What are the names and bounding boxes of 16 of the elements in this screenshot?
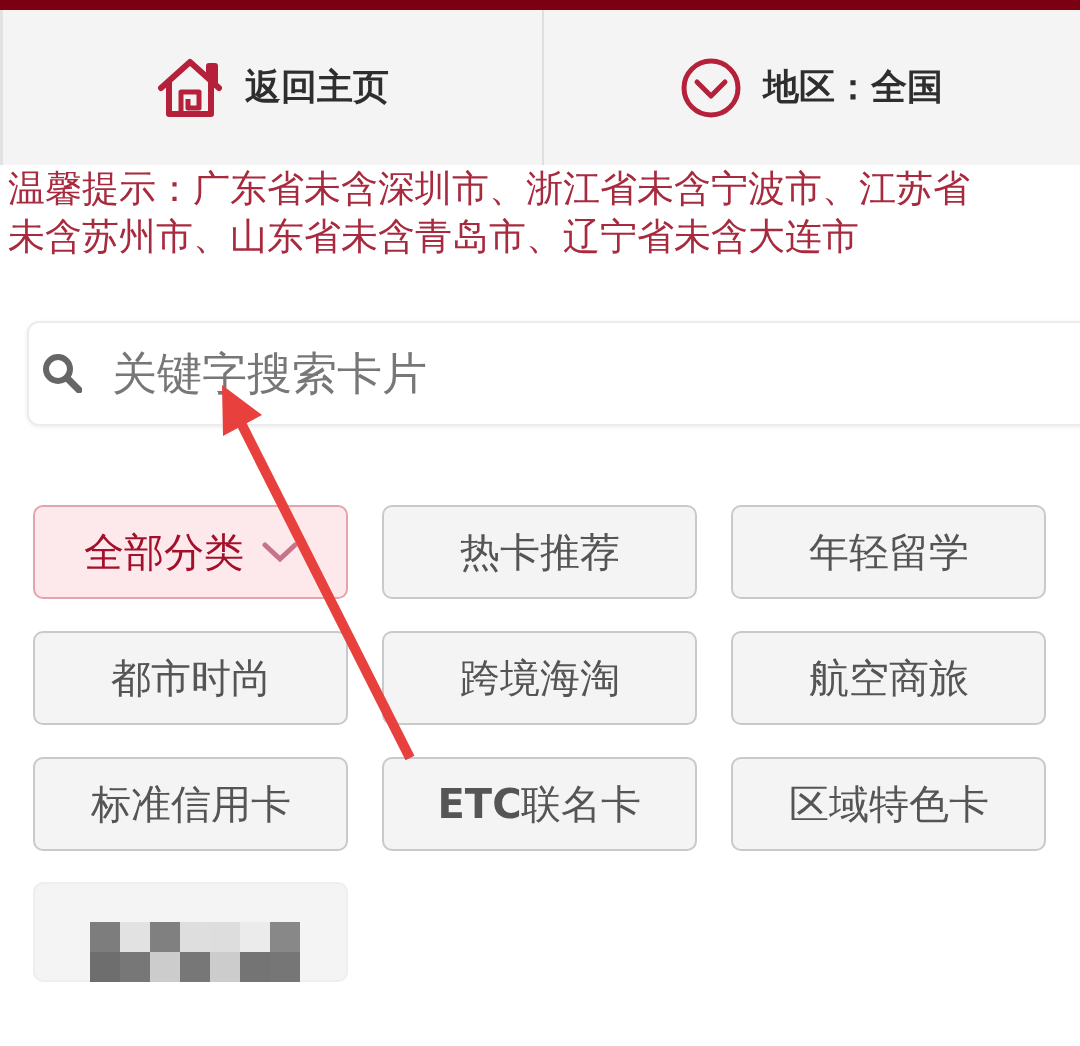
category-button[interactable]: 全部分类 bbox=[33, 505, 348, 599]
category-button[interactable]: 区域特色卡 bbox=[731, 757, 1046, 851]
category-button[interactable]: ETC联名卡 bbox=[382, 757, 697, 851]
category-button[interactable]: 年轻留学 bbox=[731, 505, 1046, 599]
chevron-down-icon bbox=[261, 542, 298, 562]
category-button[interactable]: 航空商旅 bbox=[731, 631, 1046, 725]
category-button[interactable]: 热卡推荐 bbox=[382, 505, 697, 599]
category-button[interactable]: 都市时尚 bbox=[33, 631, 348, 725]
search-icon bbox=[42, 353, 82, 393]
category-button[interactable] bbox=[33, 882, 348, 982]
category-button[interactable]: 标准信用卡 bbox=[33, 757, 348, 851]
home-icon bbox=[156, 57, 223, 118]
category-button[interactable]: 跨境海淘 bbox=[382, 631, 697, 725]
search-field[interactable]: 关键字搜索卡片 bbox=[27, 321, 1080, 426]
chevron-down-circle-icon bbox=[681, 57, 741, 118]
notice-text: 温馨提示：广东省未含深圳市、浙江省未含宁波市、江苏省未含苏州市、山东省未含青岛市、辽宁省未含大连市 bbox=[7, 166, 971, 260]
